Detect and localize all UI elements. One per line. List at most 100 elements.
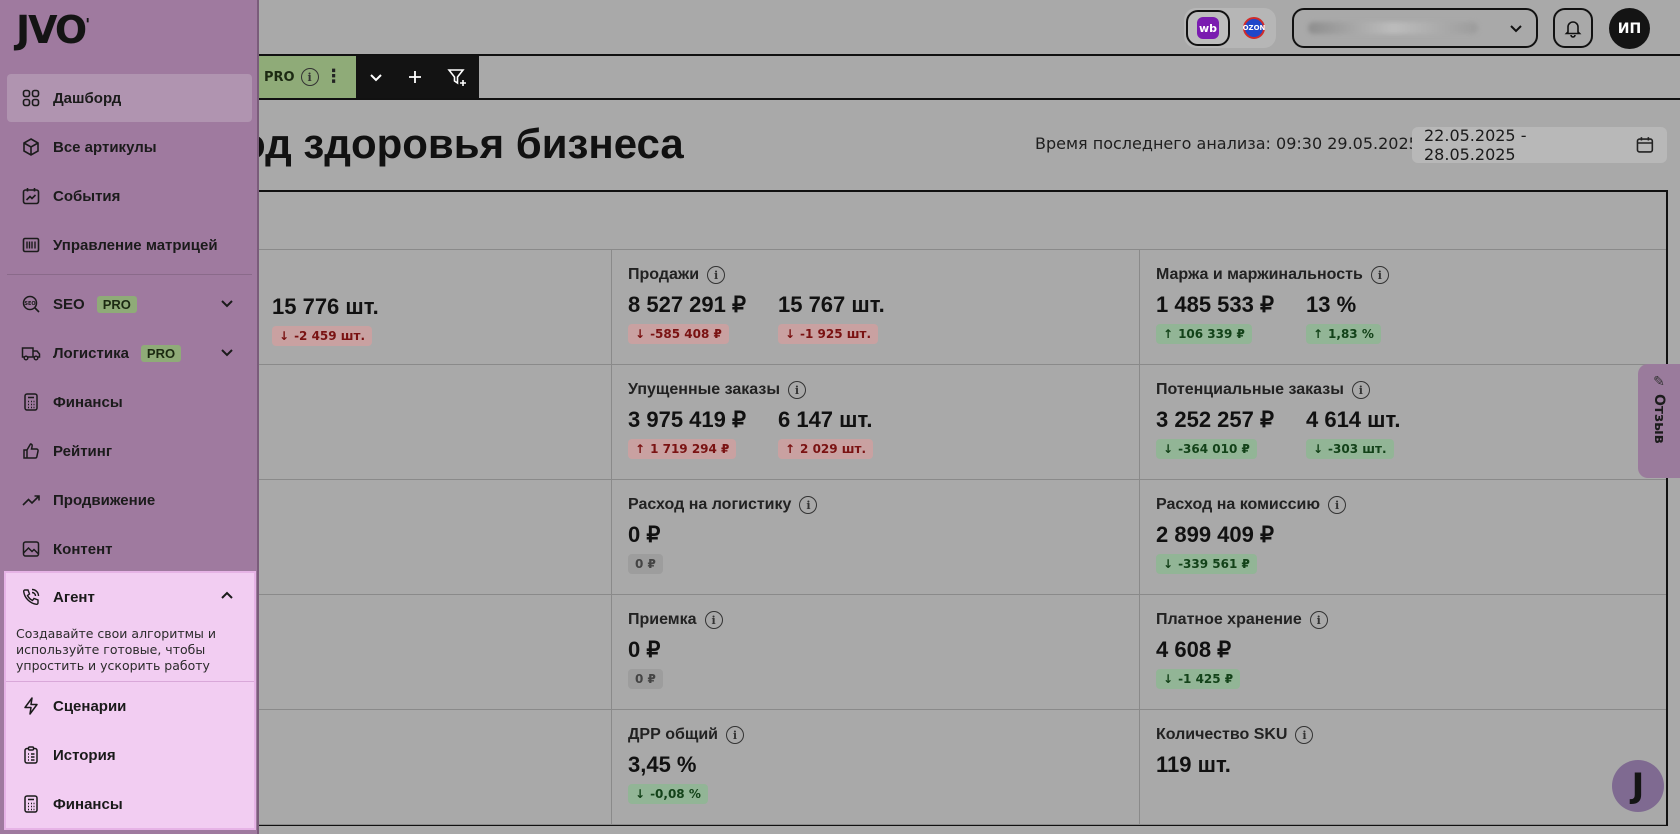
agent-item-history[interactable]: История [6, 731, 254, 779]
delta-badge-positive: ↑ 1,83 % [1305, 324, 1381, 344]
info-icon[interactable]: i [707, 266, 726, 284]
more-vertical-icon[interactable]: ⋮ [325, 68, 343, 86]
pro-filter-chip[interactable]: PRO i ⋮ [258, 56, 356, 98]
image-icon [21, 539, 41, 559]
metric-title: Приемка [628, 611, 697, 628]
metric-value: 8 527 291 ₽ [628, 292, 746, 317]
wildberries-button[interactable]: wb [1186, 10, 1230, 46]
feedback-label: Отзыв [1651, 394, 1667, 444]
notifications-button[interactable] [1553, 8, 1593, 48]
delta-badge-negative: ↓ -2 459 шт. [272, 326, 373, 346]
panel-header [256, 192, 1666, 250]
info-icon[interactable]: i [788, 381, 806, 399]
info-icon[interactable]: i [799, 496, 818, 514]
agent-item-finance[interactable]: Финансы [6, 780, 254, 828]
sidebar-item-logistics[interactable]: Логистика PRO [7, 329, 252, 377]
info-icon[interactable]: i [1309, 611, 1328, 629]
sidebar-item-label: Управление матрицей [53, 236, 218, 254]
delta-badge-positive: ↓ -303 шт. [1305, 439, 1394, 459]
chevron-up-icon[interactable] [218, 587, 236, 605]
arrow-down-icon: ↓ [1163, 442, 1174, 456]
sidebar-item-all-articles[interactable]: Все артикулы [7, 123, 252, 171]
sidebar-item-content[interactable]: Контент [7, 525, 252, 573]
chevron-down-icon[interactable] [218, 294, 236, 312]
info-icon[interactable]: i [704, 611, 723, 629]
agent-toggle[interactable]: Агент [6, 573, 254, 621]
metric-value: 0 ₽ [628, 637, 661, 662]
info-icon[interactable]: i [1328, 496, 1347, 514]
analysis-label: Время последнего анализа: [1035, 134, 1271, 153]
arrow-down-icon: ↓ [784, 327, 796, 341]
sidebar-item-dashboard[interactable]: Дашборд [7, 74, 252, 122]
chevron-down-icon[interactable] [218, 343, 236, 361]
info-icon[interactable]: i [1295, 726, 1314, 744]
chevron-down-icon [1510, 25, 1522, 33]
arrow-down-icon: ↓ [1163, 672, 1174, 686]
truck-icon [21, 343, 41, 363]
delta-badge-negative: ↓ -1 925 шт. [777, 324, 879, 344]
arrow-down-icon: ↓ [1163, 557, 1174, 571]
agent-item-scenarios[interactable]: Сценарии [6, 682, 254, 730]
metric-card-commission-cost: Расход на комиссию i 2 899 409 ₽ ↓ -339 56… [1140, 480, 1666, 595]
chevron-down-icon[interactable] [367, 68, 385, 86]
sidebar-item-seo[interactable]: SEO SEO PRO [7, 280, 252, 328]
agent-label: Агент [53, 588, 95, 606]
sidebar-item-finance[interactable]: Финансы [7, 378, 252, 426]
filter-strip: PRO i ⋮ [258, 56, 479, 98]
sidebar-item-label: Финансы [53, 393, 123, 411]
agent-item-label: Сценарии [53, 697, 127, 715]
arrow-down-icon: ↓ [635, 787, 646, 801]
metric-card-acceptance: Приемка i 0 ₽ 0 ₽ [612, 595, 1140, 710]
support-chat-button[interactable]: J [1612, 760, 1664, 812]
delta-badge-positive: ↓ -1 425 ₽ [1156, 669, 1241, 689]
sidebar-item-events[interactable]: События [7, 172, 252, 220]
metrics-grid: 15 776 шт. ↓ -2 459 шт. Продажи i 8 527 29… [256, 250, 1666, 825]
bell-icon [1564, 21, 1582, 38]
arrow-up-icon: ↑ [1312, 327, 1324, 341]
sidebar-item-matrix[interactable]: Управление матрицей [7, 221, 252, 269]
barcode-icon [21, 235, 41, 255]
plus-icon[interactable] [406, 68, 424, 86]
metric-value: 0 ₽ [628, 522, 661, 547]
sidebar-item-label: Дашборд [53, 89, 122, 107]
metric-card-margin: Маржа и маржинальность i 1 485 533 ₽ ↑ 106… [1140, 250, 1666, 365]
feedback-tab[interactable]: ✎ Отзыв [1638, 364, 1680, 478]
brand-logo[interactable]: JVO' [16, 8, 90, 52]
sidebar-item-label: События [53, 187, 121, 205]
metric-value: 13 % [1305, 292, 1357, 317]
delta-badge-negative: ↑ 1 719 294 ₽ [628, 439, 737, 459]
metric-title: ДРР общий [628, 726, 719, 743]
metric-card-empty [256, 480, 612, 595]
date-range-value: 22.05.2025 - 28.05.2025 [1424, 126, 1527, 164]
marketplace-switcher: wb OZON [1184, 8, 1276, 48]
lightning-icon [21, 696, 41, 716]
metrics-panel: 15 776 шт. ↓ -2 459 шт. Продажи i 8 527 29… [254, 190, 1668, 826]
metric-value: 119 шт. [1156, 752, 1231, 777]
sidebar-item-label: SEO [53, 295, 85, 313]
info-icon[interactable]: i [1370, 266, 1389, 284]
thumbs-up-icon [21, 441, 41, 461]
filter-add-icon[interactable] [446, 66, 468, 88]
metric-card-sales: Продажи i 8 527 291 ₽ ↓ -585 408 ₽ 15 767 … [612, 250, 1140, 365]
calendar-icon [1636, 137, 1654, 153]
metric-value: 4 614 шт. [1305, 407, 1401, 432]
date-range-picker[interactable]: 22.05.2025 - 28.05.2025 [1412, 126, 1667, 164]
arrow-up-icon: ↑ [784, 442, 796, 456]
metric-title: Продажи [628, 266, 700, 283]
delta-badge-positive: ↓ -339 561 ₽ [1156, 554, 1257, 574]
calendar-chart-icon [21, 186, 41, 206]
clipboard-icon [21, 745, 41, 765]
arrow-down-icon: ↓ [635, 327, 646, 341]
info-icon[interactable]: i [1351, 381, 1370, 399]
arrow-up-icon: ↑ [635, 442, 646, 456]
user-avatar[interactable]: ИП [1609, 8, 1650, 49]
metric-card-drr-total: ДРР общий i 3,45 % ↓ -0,08 % [612, 710, 1140, 825]
ozon-button[interactable]: OZON [1232, 10, 1276, 46]
info-icon[interactable]: i [300, 68, 319, 86]
box-icon [21, 137, 41, 157]
sidebar-divider [7, 274, 252, 275]
sidebar-item-promotion[interactable]: Продвижение [7, 476, 252, 524]
sidebar-item-rating[interactable]: Рейтинг [7, 427, 252, 475]
info-icon[interactable]: i [726, 726, 745, 744]
organization-select[interactable] [1292, 8, 1538, 48]
